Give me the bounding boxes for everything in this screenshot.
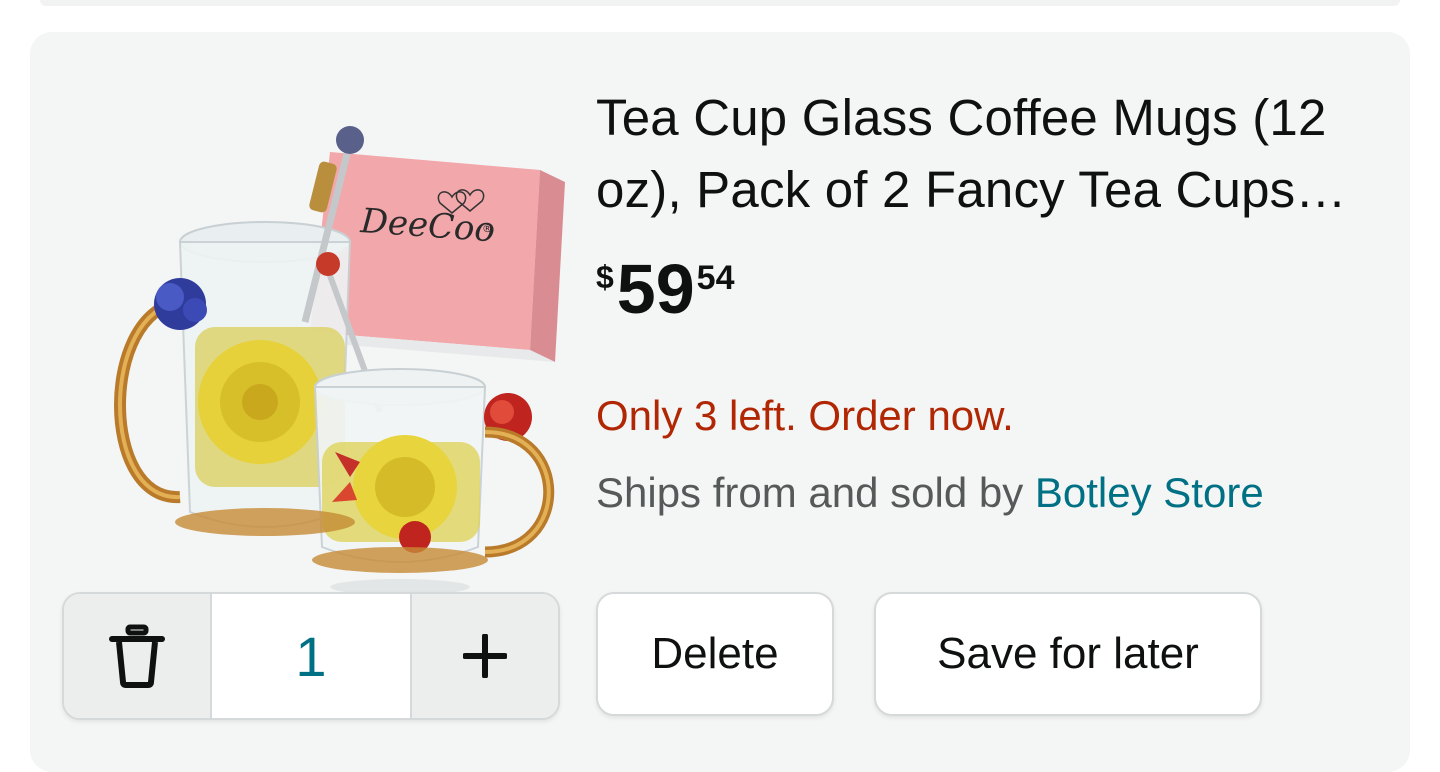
price-fraction: 54 [696, 259, 735, 297]
price-currency: $ [596, 259, 614, 295]
plus-icon [463, 634, 507, 678]
trash-icon [109, 624, 165, 688]
cart-item-card: DeeCoo ® Tea Cup Glass Coffee Mugs (12 o… [30, 32, 1410, 772]
quantity-stepper: 1 [62, 592, 560, 720]
seller-prefix: Ships from and sold by [596, 469, 1035, 516]
seller-link[interactable]: Botley Store [1035, 469, 1264, 516]
quantity-value[interactable]: 1 [212, 594, 410, 718]
seller-info: Ships from and sold by Botley Store [596, 469, 1264, 517]
price-whole: 59 [616, 250, 695, 328]
product-price: $ 59 54 [596, 247, 735, 331]
delete-item-button[interactable] [64, 594, 212, 718]
delete-button[interactable]: Delete [596, 592, 834, 716]
save-for-later-button[interactable]: Save for later [874, 592, 1262, 716]
previous-card-edge [40, 0, 1400, 6]
stock-message: Only 3 left. Order now. [596, 392, 1014, 439]
product-title[interactable]: Tea Cup Glass Coffee Mugs (12 oz), Pack … [596, 82, 1396, 226]
product-image[interactable]: DeeCoo ® [60, 82, 570, 602]
increment-button[interactable] [410, 594, 558, 718]
svg-text:®: ® [482, 222, 493, 235]
product-illustration: DeeCoo ® [114, 126, 565, 595]
